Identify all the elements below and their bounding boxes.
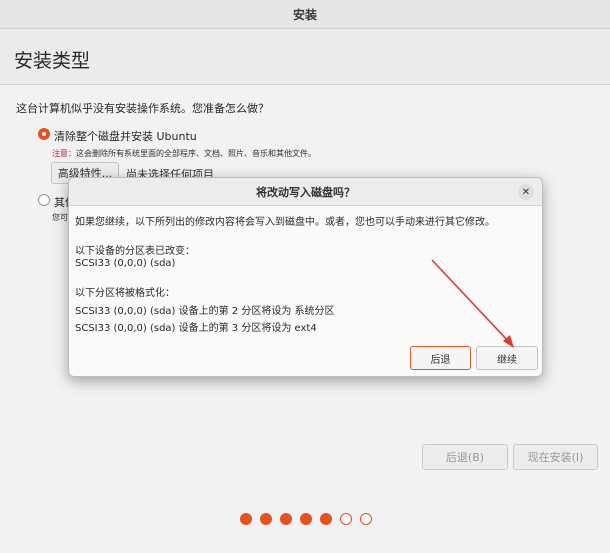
annotation-arrow-icon [431, 259, 514, 348]
